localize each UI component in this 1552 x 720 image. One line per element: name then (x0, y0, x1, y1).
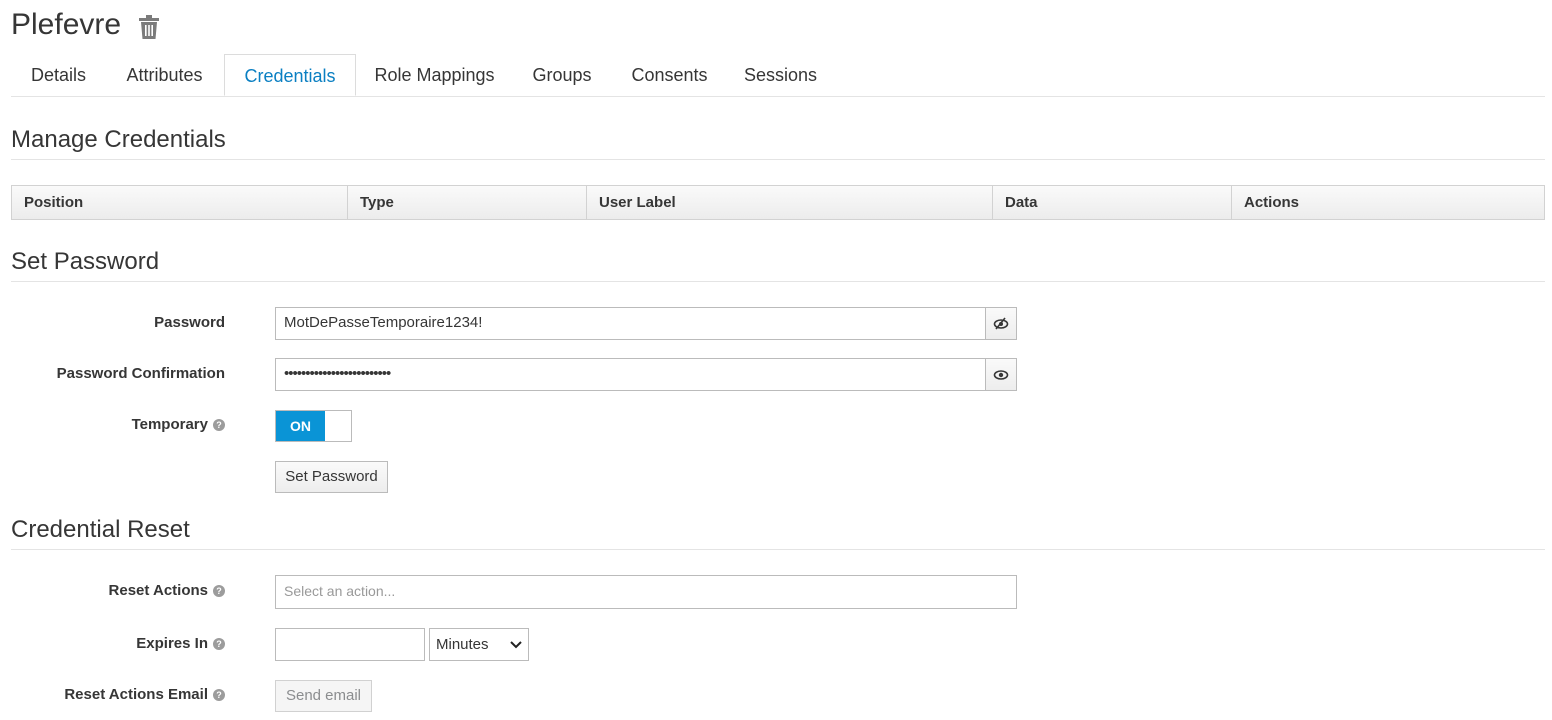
reset-email-label-row: Reset Actions Email? (11, 686, 225, 703)
tab-groups[interactable]: Groups (513, 54, 611, 96)
column-header[interactable]: Actions (1231, 186, 1544, 219)
reset-actions-select[interactable]: Select an action... (275, 575, 1017, 609)
tab-role-mappings[interactable]: Role Mappings (358, 54, 511, 96)
password-confirmation-label: Password Confirmation (56, 365, 225, 382)
credentials-table-header: Position Type User Label Data Actions (11, 185, 1545, 220)
tab-attributes[interactable]: Attributes (106, 54, 223, 96)
send-email-button[interactable]: Send email (275, 680, 372, 712)
eye-slash-icon (993, 317, 1009, 330)
reset-actions-email-label: Reset Actions Email (64, 686, 208, 703)
toggle-confirmation-visibility-button[interactable] (985, 358, 1017, 391)
expires-unit-select[interactable]: Minutes (429, 628, 529, 661)
manage-credentials-heading: Manage Credentials (11, 125, 1545, 160)
reset-actions-label-row: Reset Actions? (11, 582, 225, 599)
page-title: Plefevre (11, 8, 122, 41)
password-label: Password (154, 314, 225, 331)
help-icon[interactable]: ? (213, 689, 225, 701)
expires-in-input[interactable] (275, 628, 425, 661)
reset-actions-label: Reset Actions (108, 582, 208, 599)
temporary-label: Temporary (131, 416, 208, 433)
eye-icon (993, 370, 1009, 380)
tab-consents[interactable]: Consents (611, 54, 728, 96)
help-icon[interactable]: ? (213, 419, 225, 431)
help-icon[interactable]: ? (213, 638, 225, 650)
column-header[interactable]: Data (992, 186, 1231, 219)
toggle-password-visibility-button[interactable] (985, 307, 1017, 340)
temporary-label-row: Temporary? (11, 416, 225, 433)
reset-actions-placeholder: Select an action... (284, 583, 396, 599)
tab-details[interactable]: Details (11, 54, 106, 96)
column-header[interactable]: Position (12, 186, 347, 219)
expires-unit-value: Minutes (436, 636, 489, 653)
password-confirmation-field[interactable]: ••••••••••••••••••••••••• (275, 358, 986, 391)
expires-in-label-row: Expires In? (11, 635, 225, 652)
tab-bar: Details Attributes Credentials Role Mapp… (11, 54, 1545, 97)
password-field[interactable]: MotDePasseTemporaire1234! (275, 307, 986, 340)
set-password-heading: Set Password (11, 247, 1545, 282)
expires-in-label: Expires In (136, 635, 208, 652)
set-password-button[interactable]: Set Password (275, 461, 388, 493)
column-header[interactable]: User Label (586, 186, 992, 219)
help-icon[interactable]: ? (213, 585, 225, 597)
chevron-down-icon (510, 641, 522, 649)
toggle-on-state: ON (276, 411, 325, 441)
tab-credentials[interactable]: Credentials (224, 54, 356, 96)
column-header[interactable]: Type (347, 186, 586, 219)
trash-icon[interactable] (137, 14, 161, 40)
tab-sessions[interactable]: Sessions (728, 54, 833, 96)
credential-reset-heading: Credential Reset (11, 515, 1545, 550)
temporary-toggle[interactable]: ON (275, 410, 352, 442)
